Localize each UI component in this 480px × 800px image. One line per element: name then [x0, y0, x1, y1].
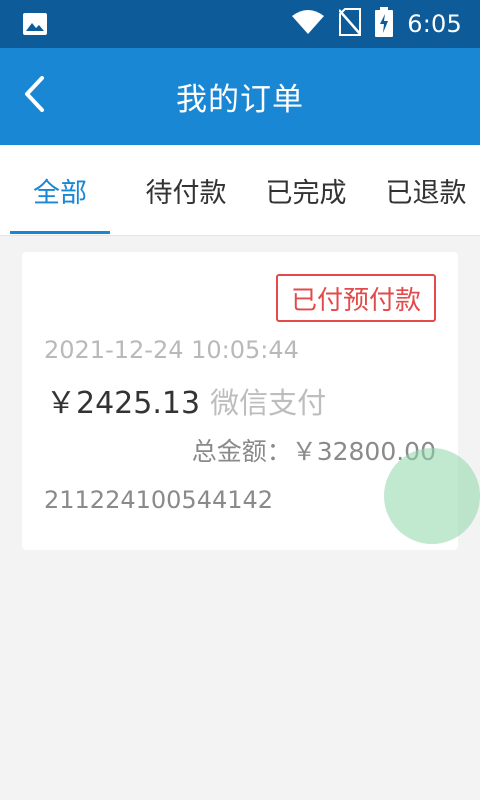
tab-refunded[interactable]: 已退款 [366, 145, 480, 235]
payment-method: 微信支付 [210, 386, 327, 420]
tab-all[interactable]: 全部 [10, 145, 110, 235]
touch-indicator [384, 448, 480, 544]
tab-completed[interactable]: 已完成 [246, 145, 366, 235]
no-sim-icon [338, 8, 363, 40]
paid-amount: ￥2425.13 [46, 386, 201, 421]
payment-row: ￥2425.13 微信支付 [46, 378, 326, 422]
status-badge: 已付预付款 [275, 274, 436, 322]
order-number: 211224100544142 [44, 486, 274, 514]
app-header: 我的订单 [0, 48, 480, 145]
tab-pending-payment[interactable]: 待付款 [126, 145, 246, 235]
order-datetime: 2021-12-24 10:05:44 [44, 336, 299, 364]
wifi-icon [291, 9, 325, 39]
page-title: 我的订单 [176, 82, 304, 118]
status-bar: 6:05 [0, 0, 480, 48]
clock-time: 6:05 [407, 10, 462, 38]
tab-indicator [10, 231, 110, 234]
order-tabs: 全部 待付款 已完成 已退款 [0, 145, 480, 236]
battery-charging-icon [375, 7, 394, 41]
image-icon [22, 12, 48, 36]
